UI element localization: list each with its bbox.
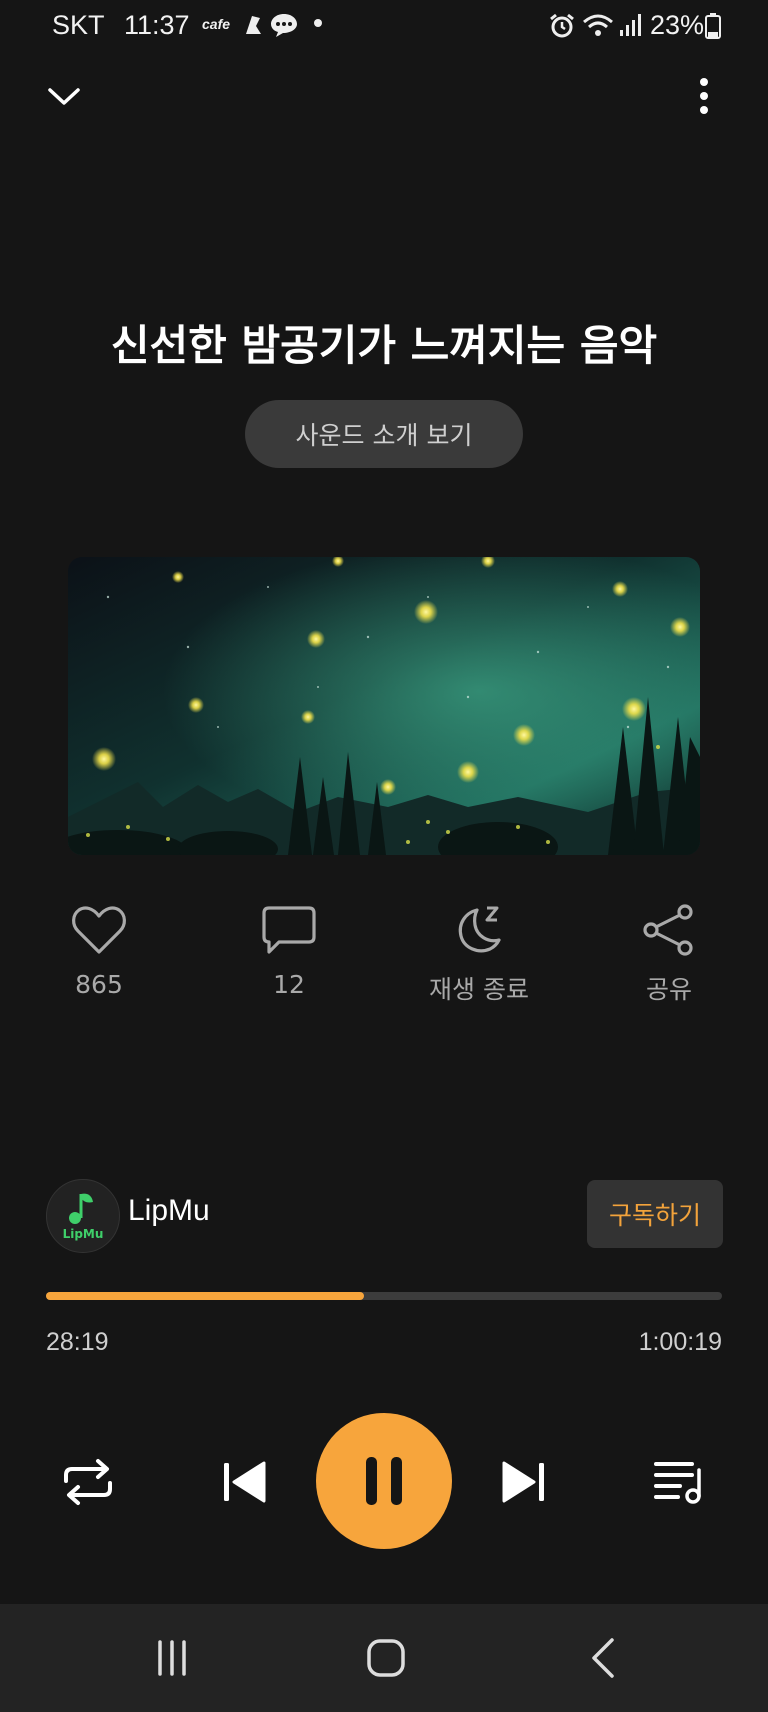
more-vertical-icon (700, 78, 708, 114)
cafe-notification-icon: cafe (202, 16, 231, 32)
sleep-timer-label: 재생 종료 (429, 975, 529, 1004)
skip-previous-icon (224, 1461, 266, 1503)
wifi-icon (583, 14, 613, 36)
total-time: 1:00:19 (638, 1328, 722, 1356)
alarm-icon (550, 13, 574, 38)
collapse-button[interactable] (40, 72, 88, 120)
share-button[interactable]: 공유 (584, 904, 754, 1006)
sleep-timer-button[interactable]: 재생 종료 (394, 904, 564, 1006)
next-button[interactable] (492, 1448, 556, 1516)
sound-intro-button[interactable]: 사운드 소개 보기 (245, 400, 523, 468)
skip-next-icon (502, 1461, 544, 1503)
seek-bar-progress (46, 1292, 364, 1300)
back-button[interactable] (572, 1628, 636, 1688)
playlist-button[interactable] (644, 1448, 716, 1516)
comment-button[interactable]: 12 (204, 904, 374, 999)
repeat-button[interactable] (52, 1448, 124, 1516)
battery-icon (705, 13, 721, 39)
status-bar: SKT 11:37 cafe 23% (0, 0, 768, 52)
clock: 11:37 (124, 10, 190, 40)
heart-icon (72, 906, 126, 954)
like-button[interactable]: 865 (14, 904, 184, 999)
system-navigation-bar (0, 1604, 768, 1712)
more-options-button[interactable] (680, 72, 728, 120)
repeat-icon (64, 1459, 112, 1505)
comment-count: 12 (273, 970, 305, 999)
chevron-down-icon (48, 88, 80, 105)
chat-notification-icon (271, 14, 297, 37)
seek-bar[interactable] (46, 1292, 722, 1300)
album-artwork (68, 557, 700, 855)
pause-icon (366, 1457, 402, 1505)
carrier-label: SKT (52, 10, 105, 40)
playlist-icon (654, 1462, 701, 1504)
notification-dot (314, 19, 322, 27)
back-icon (592, 1638, 614, 1678)
home-icon (367, 1639, 405, 1677)
recent-apps-icon (158, 1640, 186, 1676)
battery-percentage: 23% (650, 10, 705, 40)
share-label: 공유 (645, 975, 692, 1004)
current-time: 28:19 (46, 1328, 109, 1356)
like-count: 865 (75, 970, 123, 999)
channel-avatar[interactable]: LipMu (46, 1179, 120, 1253)
share-icon (643, 904, 693, 956)
channel-logo-text: LipMu (63, 1227, 104, 1241)
track-title: 신선한 밤공기가 느껴지는 음악 (110, 321, 658, 370)
app-notification-icon (246, 16, 261, 34)
home-button[interactable] (354, 1628, 418, 1688)
signal-icon (620, 14, 641, 36)
pause-button[interactable] (316, 1413, 452, 1549)
recent-apps-button[interactable] (140, 1628, 204, 1688)
channel-name[interactable]: LipMu (128, 1194, 210, 1228)
subscribe-button[interactable]: 구독하기 (587, 1180, 723, 1248)
sleep-timer-icon (458, 906, 501, 953)
comment-icon (262, 906, 316, 954)
previous-button[interactable] (212, 1448, 276, 1516)
